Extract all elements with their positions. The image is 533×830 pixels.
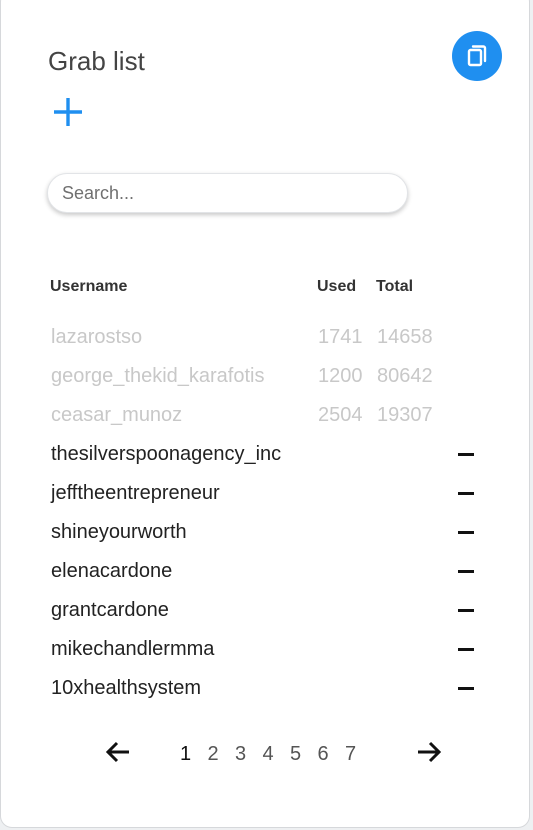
remove-user-button[interactable] [458,453,474,456]
total-cell: 80642 [377,365,433,387]
next-page-button[interactable] [416,740,442,764]
table-row: 10xhealthsystem [1,675,531,714]
remove-user-button[interactable] [458,570,474,573]
username-cell: jefftheentrepreneur [51,482,220,504]
column-header-total: Total [376,278,414,295]
copy-icon [467,45,487,67]
username-cell: 10xhealthsystem [51,677,202,699]
username-cell: mikechandlermma [51,638,215,660]
table-row: grantcardone [1,597,531,636]
page-link-4[interactable]: 4 [263,742,291,766]
remove-user-button[interactable] [458,648,474,651]
username-cell: ceasar_munoz [51,404,183,426]
remove-user-button[interactable] [458,531,474,534]
page-link-1[interactable]: 1 [180,742,208,766]
page-link-5[interactable]: 5 [290,742,318,766]
username-cell: lazarostso [51,326,143,348]
username-cell: elenacardone [51,560,173,582]
arrow-right-icon [418,741,442,763]
username-cell: thesilverspoonagency_inc [51,443,282,465]
column-header-username: Username [50,278,128,295]
arrow-left-icon [105,741,129,763]
page-link-7[interactable]: 7 [345,742,373,766]
table-row: lazarostso 1741 14658 [1,324,531,363]
username-cell: shineyourworth [51,521,187,543]
total-cell: 14658 [377,326,433,348]
table-row: jefftheentrepreneur [1,480,531,519]
copy-button[interactable] [452,31,502,81]
add-user-button[interactable] [51,95,85,129]
search-box [47,173,408,213]
used-cell: 1741 [318,326,363,348]
search-input[interactable] [48,174,407,212]
grab-list-card: Grab list Username Used Total lazarostso… [0,0,530,828]
username-cell: george_thekid_karafotis [51,365,265,387]
table-row: thesilverspoonagency_inc [1,441,531,480]
table-row: ceasar_munoz 2504 19307 [1,402,531,441]
total-cell: 19307 [377,404,433,426]
username-cell: grantcardone [51,599,169,621]
remove-user-button[interactable] [458,609,474,612]
remove-user-button[interactable] [458,492,474,495]
used-cell: 1200 [318,365,363,387]
used-cell: 2504 [318,404,363,426]
pagination: 1 2 3 4 5 6 7 [180,742,373,766]
table-row: elenacardone [1,558,531,597]
prev-page-button[interactable] [105,740,131,764]
plus-icon [54,98,82,126]
remove-user-button[interactable] [458,687,474,690]
page-link-6[interactable]: 6 [318,742,346,766]
table-row: shineyourworth [1,519,531,558]
page-link-3[interactable]: 3 [235,742,263,766]
column-header-used: Used [317,278,357,295]
page-title: Grab list [48,46,145,76]
table-row: george_thekid_karafotis 1200 80642 [1,363,531,402]
table-row: mikechandlermma [1,636,531,675]
page-link-2[interactable]: 2 [208,742,236,766]
